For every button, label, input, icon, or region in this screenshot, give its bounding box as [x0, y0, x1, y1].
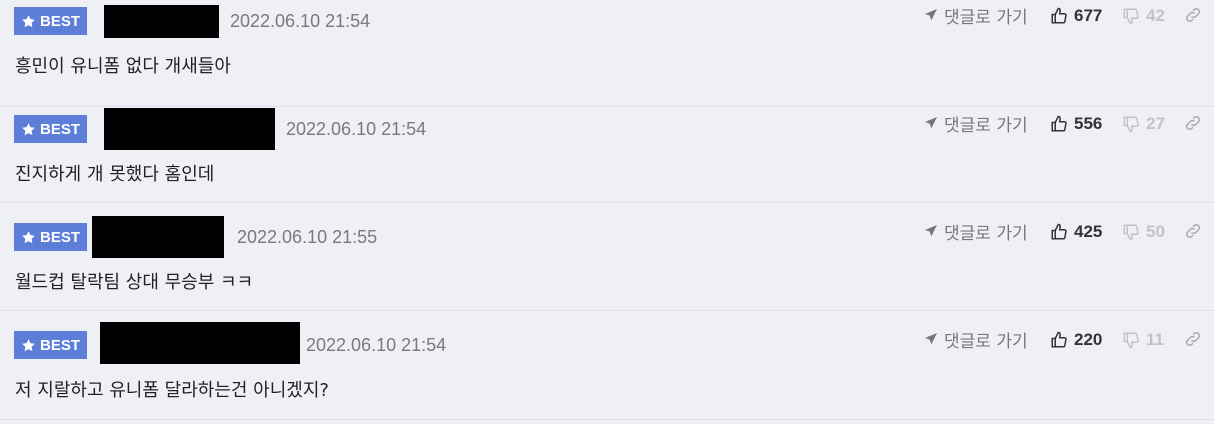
upvote-count: 556: [1074, 114, 1103, 133]
go-to-reply-label: 댓글로 가기: [944, 115, 1028, 136]
comment-item: BEST 2022.06.10 21:54 흥민이 유니폼 없다 개새들아 댓글…: [0, 0, 1214, 107]
best-badge: BEST: [14, 223, 87, 251]
arrow-icon: [925, 117, 937, 129]
thumbs-up-icon: [1051, 331, 1067, 348]
link-icon[interactable]: [1184, 222, 1202, 244]
go-to-reply-label: 댓글로 가기: [944, 223, 1028, 244]
thumbs-up-icon: [1051, 223, 1067, 240]
arrow-icon: [925, 333, 937, 345]
upvote-button[interactable]: 677: [1050, 5, 1102, 27]
thumbs-down-icon: [1123, 332, 1139, 349]
best-badge: BEST: [14, 7, 87, 35]
comment-date: 2022.06.10 21:54: [286, 119, 427, 139]
go-to-reply-link[interactable]: 댓글로 가기: [923, 4, 1028, 28]
upvote-count: 220: [1074, 330, 1103, 349]
comment-text: 진지하게 개 못했다 홈인데: [15, 164, 215, 185]
upvote-count: 677: [1074, 6, 1103, 25]
star-icon: [21, 14, 36, 29]
thumbs-down-icon: [1123, 116, 1139, 133]
comment-item: BEST 2022.06.10 21:54 저 지랄하고 유니폼 달라하는건 아…: [0, 312, 1214, 420]
downvote-count: 11: [1146, 330, 1164, 349]
star-icon: [21, 230, 36, 245]
redacted-username: [104, 108, 275, 150]
go-to-reply-label: 댓글로 가기: [944, 331, 1028, 352]
upvote-button[interactable]: 556: [1050, 113, 1102, 135]
link-icon[interactable]: [1184, 6, 1202, 28]
best-badge-label: BEST: [39, 12, 80, 30]
upvote-button[interactable]: 425: [1050, 221, 1102, 243]
downvote-button[interactable]: 11: [1122, 329, 1164, 351]
go-to-reply-link[interactable]: 댓글로 가기: [923, 112, 1028, 136]
best-badge-label: BEST: [39, 120, 80, 138]
best-badge: BEST: [14, 115, 87, 143]
downvote-button[interactable]: 42: [1122, 5, 1165, 27]
arrow-icon: [925, 9, 937, 21]
best-badge-label: BEST: [39, 336, 80, 354]
link-icon[interactable]: [1184, 114, 1202, 136]
star-icon: [21, 338, 36, 353]
go-to-reply-label: 댓글로 가기: [944, 7, 1028, 28]
redacted-username: [100, 322, 300, 364]
downvote-count: 27: [1146, 114, 1165, 133]
thumbs-down-icon: [1123, 224, 1139, 241]
go-to-reply-link[interactable]: 댓글로 가기: [923, 220, 1028, 244]
redacted-username: [92, 216, 224, 258]
comment-text: 흥민이 유니폼 없다 개새들아: [15, 56, 231, 77]
comment-date: 2022.06.10 21:54: [306, 335, 447, 355]
thumbs-down-icon: [1123, 8, 1139, 25]
downvote-count: 42: [1146, 6, 1165, 25]
star-icon: [21, 122, 36, 137]
best-badge: BEST: [14, 331, 87, 359]
go-to-reply-link[interactable]: 댓글로 가기: [923, 328, 1028, 352]
upvote-count: 425: [1074, 222, 1103, 241]
thumbs-up-icon: [1051, 7, 1067, 24]
comment-date: 2022.06.10 21:55: [237, 227, 378, 247]
link-icon[interactable]: [1184, 330, 1202, 352]
redacted-username: [104, 5, 219, 38]
thumbs-up-icon: [1051, 115, 1067, 132]
downvote-button[interactable]: 50: [1122, 221, 1165, 243]
best-badge-label: BEST: [39, 228, 80, 246]
comment-item: BEST 2022.06.10 21:54 진지하게 개 못했다 홈인데 댓글로…: [0, 96, 1214, 203]
comment-text: 월드컵 탈락팀 상대 무승부 ㅋㅋ: [15, 272, 254, 293]
upvote-button[interactable]: 220: [1050, 329, 1102, 351]
comment-date: 2022.06.10 21:54: [230, 11, 371, 31]
downvote-button[interactable]: 27: [1122, 113, 1165, 135]
comment-item: BEST 2022.06.10 21:55 월드컵 탈락팀 상대 무승부 ㅋㅋ …: [0, 204, 1214, 311]
downvote-count: 50: [1146, 222, 1165, 241]
arrow-icon: [925, 225, 937, 237]
comment-text: 저 지랄하고 유니폼 달라하는건 아니겠지?: [15, 380, 329, 401]
